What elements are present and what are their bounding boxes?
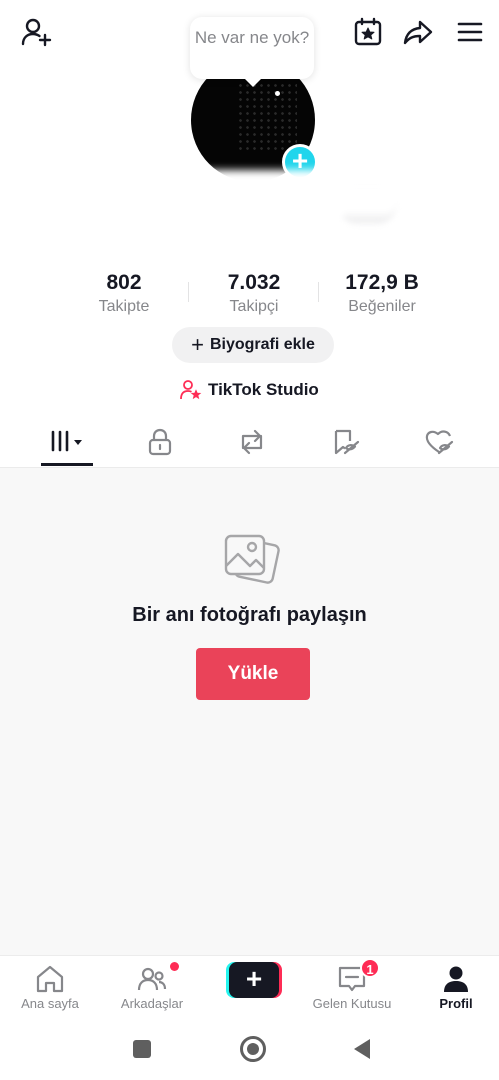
add-friend-icon[interactable] — [18, 14, 54, 50]
followers-stat[interactable]: 7.032 Takipçi — [194, 270, 314, 318]
avatar-highlight — [275, 91, 280, 96]
repost-icon — [241, 429, 263, 455]
nav-home-label: Ana sayfa — [21, 996, 79, 1011]
nav-inbox[interactable]: 1 Gelen Kutusu — [302, 956, 402, 1021]
likes-label: Beğeniler — [348, 298, 416, 315]
friends-badge-dot — [170, 962, 179, 971]
tab-private[interactable] — [130, 418, 190, 466]
tab-reposts[interactable] — [222, 418, 282, 466]
lock-icon — [148, 428, 172, 456]
profile-icon — [444, 966, 468, 992]
share-icon[interactable] — [400, 14, 436, 50]
grid-icon — [51, 430, 82, 452]
nav-profile-label: Profil — [439, 996, 473, 1011]
calendar-star-icon[interactable] — [350, 14, 386, 50]
nav-profile[interactable]: Profil — [406, 956, 499, 1021]
tiktok-studio-link[interactable]: TikTok Studio — [180, 378, 319, 402]
tiktok-studio-label: TikTok Studio — [208, 380, 319, 399]
followers-label: Takipçi — [229, 298, 279, 315]
stat-divider — [318, 282, 319, 302]
back-icon[interactable] — [352, 1038, 372, 1060]
add-bio-button[interactable]: + Biyografi ekle — [172, 327, 334, 363]
tab-liked[interactable] — [410, 418, 470, 466]
friends-icon — [137, 967, 167, 991]
plus-icon: + — [191, 332, 204, 357]
status-bubble[interactable]: Ne var ne yok? — [190, 17, 314, 87]
stat-divider — [188, 282, 189, 302]
studio-icon — [180, 380, 202, 400]
recents-icon[interactable] — [133, 1040, 151, 1058]
home-button-icon[interactable] — [240, 1036, 266, 1062]
stats-row: 802 Takipte 7.032 Takipçi 172,9 B Beğeni… — [0, 270, 499, 320]
nav-friends[interactable]: Arkadaşlar — [102, 956, 202, 1021]
nav-home[interactable]: Ana sayfa — [0, 956, 100, 1021]
create-button[interactable]: + — [226, 962, 282, 998]
active-tab-indicator — [41, 463, 93, 466]
followers-count: 7.032 — [227, 271, 281, 294]
create-plus-icon: + — [229, 962, 279, 998]
avatar-pattern — [237, 82, 297, 152]
heart-hidden-icon — [425, 430, 454, 455]
tab-favorites[interactable] — [316, 418, 376, 466]
profile-tabs — [0, 418, 499, 468]
home-icon — [36, 965, 64, 993]
menu-icon[interactable] — [452, 14, 488, 50]
redacted-extra — [290, 185, 400, 215]
add-bio-label: Biyografi ekle — [209, 336, 315, 353]
following-count: 802 — [106, 271, 142, 294]
inbox-badge: 1 — [360, 958, 380, 978]
upload-button[interactable]: Yükle — [196, 648, 310, 700]
nav-inbox-label: Gelen Kutusu — [312, 996, 392, 1011]
nav-friends-label: Arkadaşlar — [120, 996, 184, 1011]
empty-state-title: Bir anı fotoğrafı paylaşın — [132, 604, 367, 626]
photo-icon — [222, 530, 282, 590]
system-nav-bar — [0, 1020, 499, 1080]
status-bubble-text: Ne var ne yok? — [194, 28, 310, 47]
tab-videos[interactable] — [38, 418, 98, 466]
likes-stat[interactable]: 172,9 B Beğeniler — [322, 270, 442, 318]
following-stat[interactable]: 802 Takipte — [64, 270, 184, 318]
following-label: Takipte — [98, 298, 150, 315]
likes-count: 172,9 B — [345, 271, 419, 294]
bookmark-hidden-icon — [334, 429, 360, 455]
